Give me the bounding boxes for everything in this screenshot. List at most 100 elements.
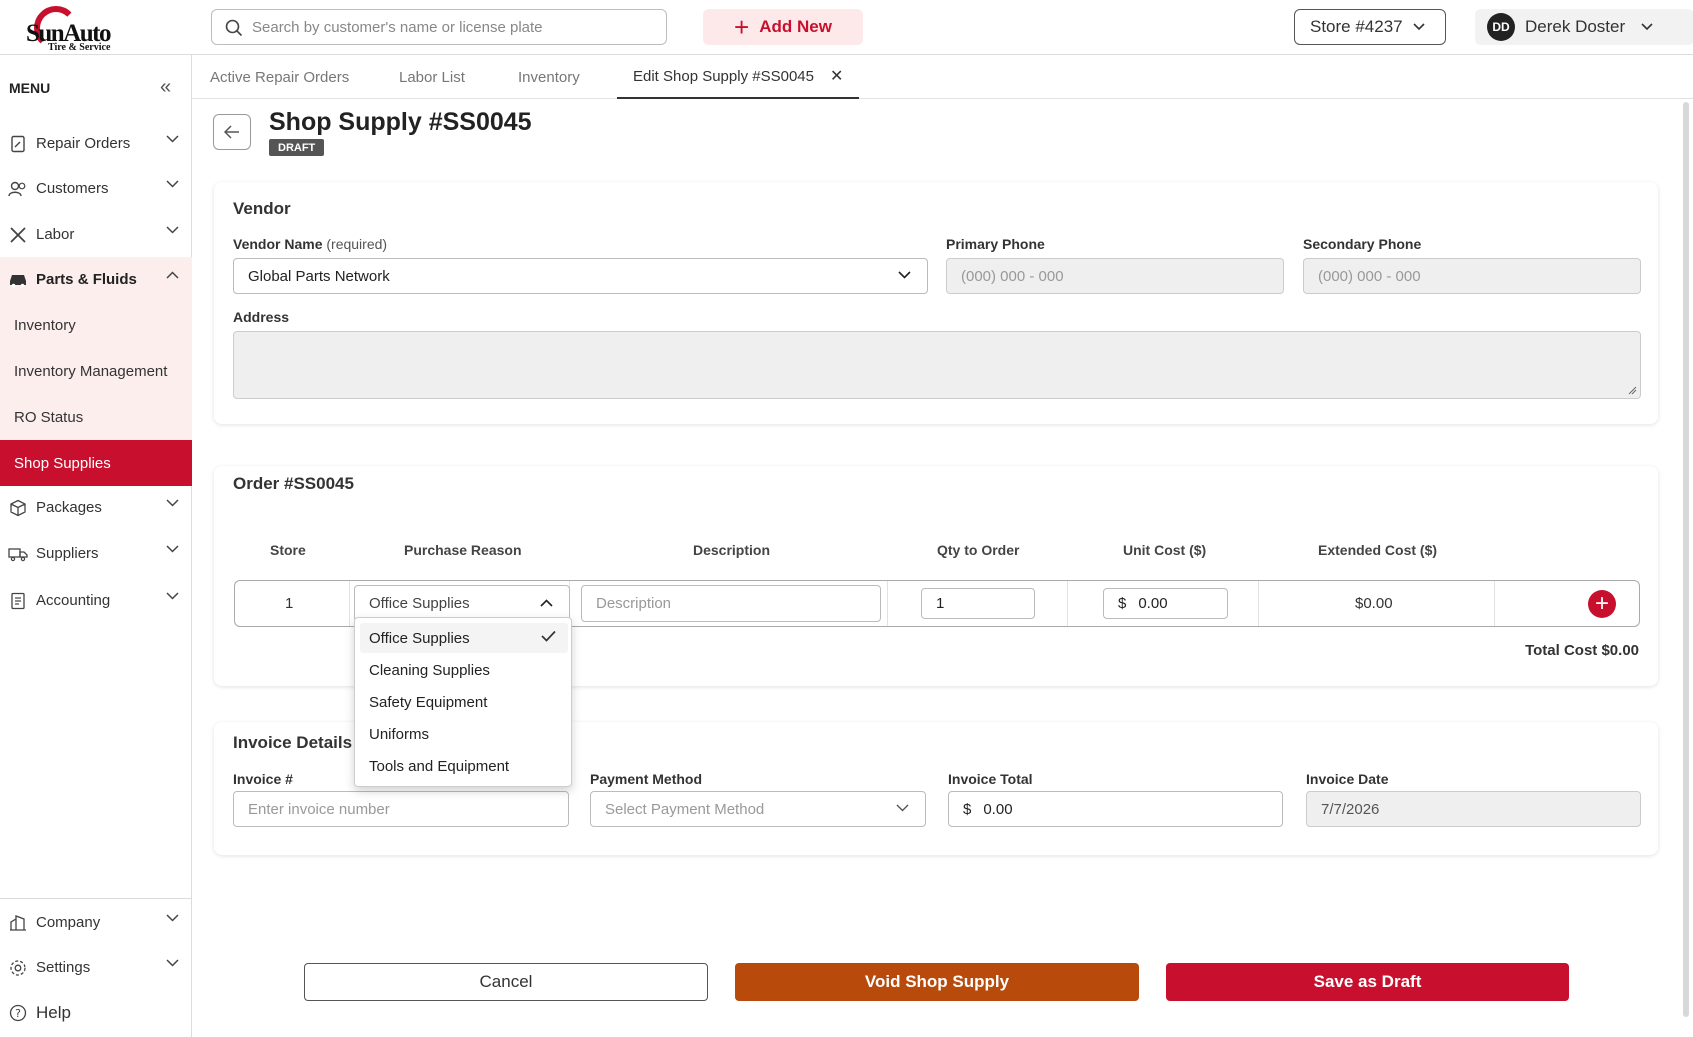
- car-icon: [8, 270, 28, 290]
- tab-edit-shop-supply[interactable]: Edit Shop Supply #SS0045 ✕: [617, 55, 860, 99]
- sidebar-item-labor[interactable]: Labor: [0, 212, 192, 257]
- chevron-down-icon: [1413, 23, 1425, 31]
- sidebar-item-customers[interactable]: Customers: [0, 166, 192, 211]
- plus-icon: +: [734, 12, 750, 42]
- sidebar-item-packages[interactable]: Packages: [0, 485, 192, 530]
- sidebar-subitem-ro-status[interactable]: RO Status: [0, 394, 192, 440]
- invoice-section-title: Invoice Details: [233, 733, 353, 752]
- vendor-section-title: Vendor: [233, 199, 291, 218]
- secondary-phone-label: Secondary Phone: [1303, 236, 1422, 252]
- back-button[interactable]: [213, 114, 251, 150]
- logo[interactable]: SunAuto Tire & Service: [26, 4, 126, 52]
- svg-text:?: ?: [15, 1007, 21, 1020]
- avatar: DD: [1487, 13, 1515, 41]
- sidebar-item-label: Suppliers: [36, 545, 99, 562]
- sidebar-subitem-inventory[interactable]: Inventory: [0, 302, 192, 348]
- purchase-reason-dropdown: Office Supplies Cleaning Supplies Safety…: [354, 617, 572, 787]
- sidebar-item-label: Labor: [36, 226, 75, 243]
- building-icon: [8, 913, 28, 933]
- sidebar-item-label: Customers: [36, 180, 109, 197]
- tab-label: Edit Shop Supply #SS0045: [633, 67, 814, 85]
- chevron-up-icon: [540, 599, 553, 607]
- dropdown-option-safety-equipment[interactable]: Safety Equipment: [360, 687, 568, 717]
- dropdown-option-cleaning-supplies[interactable]: Cleaning Supplies: [360, 655, 568, 685]
- sidebar-subitem-inventory-management[interactable]: Inventory Management: [0, 348, 192, 394]
- chevron-up-icon: [166, 271, 179, 279]
- currency-symbol: $: [963, 800, 972, 818]
- logo-subtitle: Tire & Service: [48, 42, 111, 53]
- vendor-name-select[interactable]: Global Parts Network: [233, 258, 928, 294]
- column-header-unit-cost: Unit Cost ($): [1123, 542, 1207, 558]
- tab-inventory[interactable]: Inventory: [518, 55, 580, 99]
- vendor-name-label: Vendor Name (required): [233, 236, 388, 252]
- column-header-purchase-reason: Purchase Reason: [404, 542, 522, 558]
- invoice-total-label: Invoice Total: [948, 771, 1033, 787]
- sidebar-item-repair-orders[interactable]: Repair Orders: [0, 121, 192, 166]
- scrollbar[interactable]: [1683, 102, 1689, 1017]
- tab-labor-list[interactable]: Labor List: [399, 55, 465, 99]
- check-icon: [541, 630, 556, 642]
- sidebar-item-suppliers[interactable]: Suppliers: [0, 531, 192, 576]
- search-input[interactable]: [252, 18, 666, 36]
- cancel-button[interactable]: Cancel: [304, 963, 708, 1001]
- sidebar-item-help[interactable]: ? Help: [0, 990, 192, 1035]
- menu-heading: MENU: [9, 80, 51, 96]
- sidebar-item-label: Packages: [36, 499, 102, 516]
- invoice-date-label: Invoice Date: [1306, 771, 1389, 787]
- document-edit-icon: [8, 134, 28, 154]
- address-textarea[interactable]: [233, 331, 1641, 399]
- currency-symbol: $: [1118, 595, 1127, 612]
- column-header-store: Store: [270, 542, 306, 558]
- sidebar-subitem-shop-supplies[interactable]: Shop Supplies: [0, 440, 192, 486]
- chevron-down-icon: [166, 226, 179, 234]
- cell-divider: [1258, 581, 1259, 626]
- ledger-icon: [8, 591, 28, 611]
- sidebar-item-parts-fluids[interactable]: Parts & Fluids: [0, 257, 192, 302]
- chevron-down-icon: [166, 959, 179, 967]
- cell-divider: [349, 581, 350, 626]
- user-name: Derek Doster: [1525, 17, 1626, 36]
- chevron-down-icon: [898, 271, 911, 279]
- sidebar: MENU « Repair Orders Customers Labor Par…: [0, 55, 192, 1037]
- invoice-total-input[interactable]: $ 0.00: [948, 791, 1283, 827]
- cell-divider: [1494, 581, 1495, 626]
- tab-active-repair-orders[interactable]: Active Repair Orders: [210, 55, 349, 99]
- chevron-down-icon: [896, 804, 909, 812]
- address-label: Address: [233, 309, 290, 325]
- close-icon[interactable]: ✕: [830, 66, 843, 86]
- unit-cost-input[interactable]: $ 0.00: [1103, 588, 1228, 619]
- description-input[interactable]: Description: [581, 585, 881, 622]
- payment-method-select[interactable]: Select Payment Method: [590, 791, 926, 827]
- dropdown-option-tools-equipment[interactable]: Tools and Equipment: [360, 751, 568, 781]
- add-row-button[interactable]: +: [1588, 590, 1616, 618]
- collapse-sidebar-icon[interactable]: «: [160, 77, 171, 97]
- primary-phone-field[interactable]: (000) 000 - 000: [946, 258, 1284, 294]
- user-menu[interactable]: DD Derek Doster: [1475, 9, 1693, 45]
- primary-phone-label: Primary Phone: [946, 236, 1045, 252]
- vendor-name-value: Global Parts Network: [248, 267, 390, 285]
- column-header-qty: Qty to Order: [937, 542, 1020, 558]
- sidebar-item-label: Help: [36, 1002, 71, 1022]
- qty-input[interactable]: 1: [921, 588, 1035, 619]
- save-draft-button[interactable]: Save as Draft: [1166, 963, 1569, 1001]
- cell-divider: [887, 581, 888, 626]
- secondary-phone-field[interactable]: (000) 000 - 000: [1303, 258, 1641, 294]
- sidebar-item-accounting[interactable]: Accounting: [0, 578, 192, 623]
- order-section-title: Order #SS0045: [233, 474, 354, 493]
- sidebar-item-company[interactable]: Company: [0, 900, 192, 945]
- chevron-down-icon: [1641, 23, 1653, 31]
- store-selector[interactable]: Store #4237: [1294, 9, 1446, 45]
- chevron-down-icon: [166, 135, 179, 143]
- invoice-date-field[interactable]: 7/7/2026: [1306, 791, 1641, 827]
- dropdown-option-office-supplies[interactable]: Office Supplies: [360, 623, 568, 653]
- sidebar-item-settings[interactable]: Settings: [0, 945, 192, 990]
- resize-handle-icon[interactable]: [1627, 385, 1637, 395]
- dropdown-option-uniforms[interactable]: Uniforms: [360, 719, 568, 749]
- add-new-button[interactable]: + Add New: [703, 9, 863, 45]
- sidebar-item-label: Company: [36, 914, 101, 931]
- invoice-number-input[interactable]: Enter invoice number: [233, 791, 569, 827]
- invoice-number-label: Invoice #: [233, 771, 293, 787]
- page-title: Shop Supply #SS0045: [269, 108, 532, 136]
- total-cost: Total Cost $0.00: [1525, 642, 1639, 659]
- void-shop-supply-button[interactable]: Void Shop Supply: [735, 963, 1139, 1001]
